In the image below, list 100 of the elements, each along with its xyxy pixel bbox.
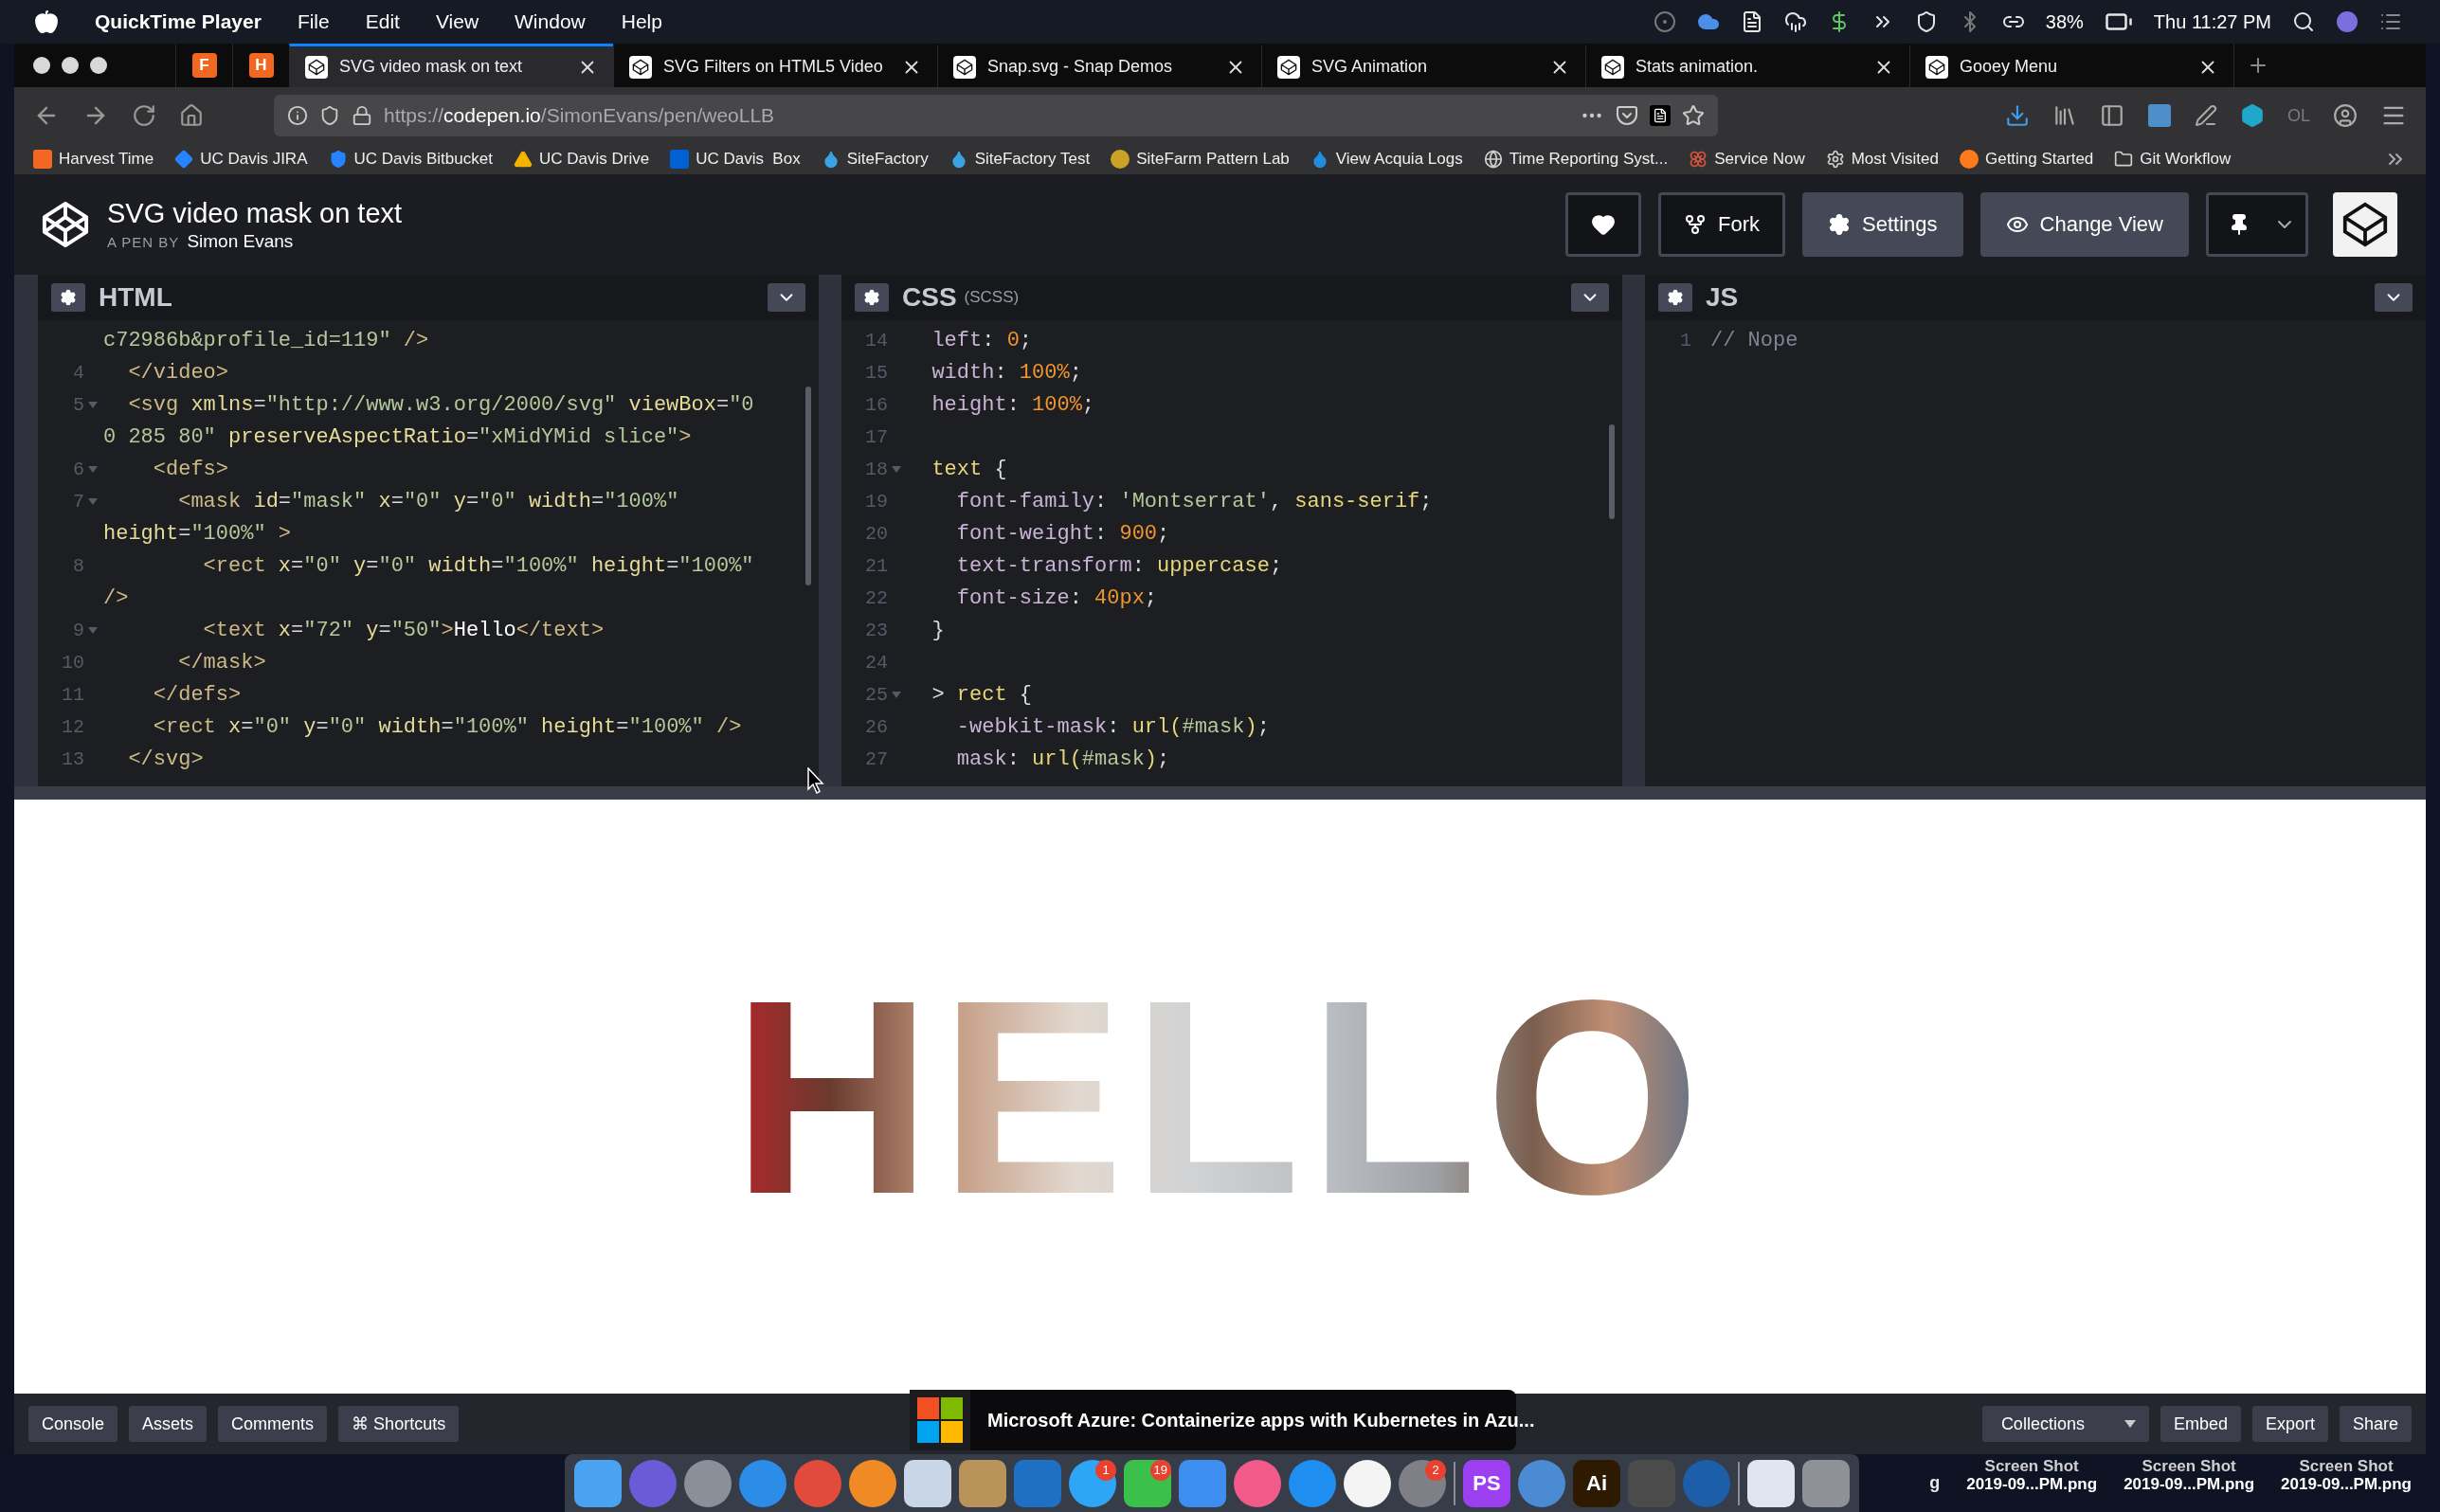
pen-icon[interactable] <box>2195 104 2217 127</box>
footer-button[interactable]: Console <box>28 1406 118 1442</box>
collapse-button[interactable] <box>768 283 805 312</box>
menu-item[interactable]: Edit <box>365 10 400 33</box>
pocket-icon[interactable] <box>1616 104 1638 127</box>
settings-button[interactable]: Settings <box>1802 192 1963 257</box>
apple-icon[interactable] <box>34 9 59 34</box>
fold-caret-icon[interactable] <box>88 626 98 634</box>
settings-button[interactable] <box>855 283 889 312</box>
app-icon[interactable]: PS <box>1463 1459 1510 1507</box>
download-icon[interactable] <box>2005 103 2030 128</box>
bookmark-link[interactable]: Git Workflow <box>2140 150 2232 169</box>
bookmark-link[interactable]: SiteFactory <box>846 150 929 169</box>
collapse-button[interactable] <box>2375 283 2413 312</box>
menu-item[interactable]: Help <box>621 10 662 33</box>
site-icon <box>305 55 328 79</box>
collapse-button[interactable] <box>1571 283 1609 312</box>
bookmark-link[interactable]: SiteFarm Pattern Lab <box>1136 150 1290 169</box>
collections-dropdown[interactable]: Collections <box>1981 1406 2149 1442</box>
fold-caret-icon[interactable] <box>892 691 901 698</box>
account-icon[interactable] <box>2333 103 2358 128</box>
footer-button[interactable]: Export <box>2251 1406 2328 1442</box>
scrollbar[interactable] <box>805 387 811 585</box>
bookmark-link[interactable]: UC Davis Drive <box>538 150 650 169</box>
site-icon <box>953 55 976 79</box>
notification-badge: 1 <box>1095 1459 1116 1481</box>
footer-button[interactable]: Comments <box>218 1406 328 1442</box>
cloud-icon[interactable] <box>1783 10 1807 33</box>
bookmark-link[interactable]: Most Visited <box>1851 150 1939 169</box>
pin-button[interactable] <box>2206 192 2308 257</box>
settings-button[interactable] <box>51 283 85 312</box>
app-icon[interactable] <box>904 1459 951 1507</box>
app-icon[interactable] <box>849 1459 896 1507</box>
star-icon[interactable] <box>1682 104 1705 127</box>
zoom-window-button[interactable] <box>90 57 107 74</box>
code-line: > rect { <box>931 682 1033 707</box>
fork-button[interactable]: Fork <box>1658 192 1786 257</box>
browser-tab[interactable]: SVG video mask on text <box>289 44 613 87</box>
bookmark-link[interactable]: UC Davis JIRA <box>200 150 308 169</box>
menu-item[interactable]: File <box>297 10 330 33</box>
extension-icon[interactable] <box>2147 103 2172 128</box>
fold-caret-icon[interactable] <box>88 401 98 408</box>
address-bar[interactable]: https://codepen.io/SimonEvans/pen/weoLLB <box>274 95 1718 136</box>
line-number: 10 <box>62 651 84 674</box>
menu-item[interactable]: Window <box>515 10 586 33</box>
fold-caret-icon[interactable] <box>88 497 98 505</box>
footer-button[interactable]: Embed <box>2160 1406 2241 1442</box>
bookmark-link[interactable]: Getting Started <box>1984 150 2094 169</box>
author-link[interactable]: Simon Evans <box>187 230 294 252</box>
bookmark-link[interactable]: UC Davis Box <box>696 150 801 169</box>
desktop-file[interactable]: Screen Shot 2019-09...PM.png <box>2124 1454 2255 1494</box>
avatar[interactable] <box>2333 192 2397 257</box>
editor-subtitle: (SCSS) <box>964 288 1020 307</box>
tab-title: SVG Filters on HTML5 Video <box>663 57 884 77</box>
code-line: 0 285 80" preserveAspectRatio="xMidYMid slice"> <box>103 424 692 449</box>
bookmark-link[interactable]: Time Reporting Syst... <box>1509 150 1669 169</box>
hexagon-icon[interactable] <box>2240 103 2265 128</box>
app-icon[interactable]: 19 <box>1124 1459 1171 1507</box>
close-window-button[interactable] <box>33 57 50 74</box>
record-icon[interactable] <box>1653 10 1676 33</box>
bookmark-link[interactable]: UC Davis Bitbucket <box>353 150 493 169</box>
change-view-button[interactable]: Change View <box>1979 192 2189 257</box>
heart-button[interactable] <box>1565 192 1642 257</box>
app-icon[interactable] <box>574 1459 622 1507</box>
app-icon[interactable]: Ai <box>1573 1459 1620 1507</box>
app-icon[interactable]: 1 <box>1069 1459 1116 1507</box>
app-icon[interactable]: 2 <box>1399 1459 1446 1507</box>
app-icon[interactable] <box>1344 1459 1391 1507</box>
settings-button[interactable] <box>1658 283 1692 312</box>
desktop-file[interactable]: Screen Shot 2019-09...PM.png <box>1966 1454 2098 1494</box>
reader-icon[interactable] <box>1650 105 1671 126</box>
reload-icon[interactable] <box>132 103 156 128</box>
minimize-window-button[interactable] <box>62 57 79 74</box>
home-icon[interactable] <box>179 103 204 128</box>
bookmark-link[interactable]: View Acquia Logs <box>1335 150 1463 169</box>
search-icon[interactable] <box>2292 10 2315 33</box>
app-icon[interactable] <box>1747 1459 1795 1507</box>
fold-caret-icon[interactable] <box>88 465 98 473</box>
scrollbar[interactable] <box>1609 424 1615 519</box>
code-line: font-size: 40px; <box>955 585 1158 610</box>
gear-icon <box>863 289 880 306</box>
code-line: left: 0; <box>931 328 1033 352</box>
desktop-file[interactable]: Screen Shot 2019-09...PM.png <box>2281 1454 2412 1494</box>
code-line: // Nope <box>1710 328 1798 352</box>
bookmark-link[interactable]: SiteFactory Test <box>974 150 1091 169</box>
footer-button[interactable]: Assets <box>129 1406 208 1442</box>
app-menu[interactable]: QuickTime Player <box>95 10 262 33</box>
menu-item[interactable]: View <box>435 10 479 33</box>
site-icon <box>1601 55 1624 79</box>
footer-button[interactable]: Share <box>2339 1406 2412 1442</box>
footer-button[interactable]: ⌘ Shortcuts <box>338 1406 460 1442</box>
bookmark-link[interactable]: Service Now <box>1714 150 1805 169</box>
lock-icon <box>352 105 372 126</box>
siri-icon[interactable] <box>2336 10 2359 33</box>
fold-caret-icon[interactable] <box>892 465 901 473</box>
battery-percent: 38% <box>2045 10 2084 33</box>
bookmark-link[interactable]: Harvest Time <box>59 150 154 169</box>
sidebar-icon[interactable] <box>2100 103 2124 128</box>
library-icon[interactable] <box>2052 103 2077 128</box>
code-line: height: 100%; <box>931 392 1095 417</box>
